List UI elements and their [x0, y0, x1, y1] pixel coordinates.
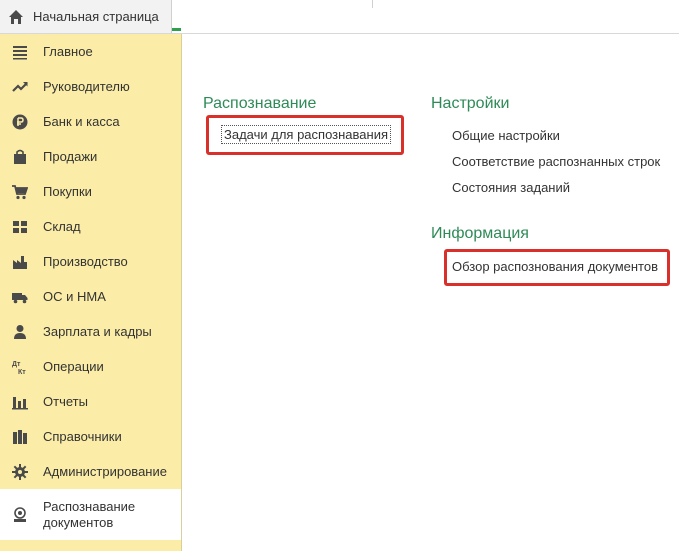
active-tab-indicator	[172, 28, 181, 31]
sidebar-item-operations[interactable]: Дт Кт Операции	[0, 349, 181, 384]
sidebar-item-label: Распознавание документов	[43, 498, 136, 530]
svg-text:Кт: Кт	[18, 369, 26, 375]
trend-icon	[12, 81, 28, 92]
tab-home-label: Начальная страница	[33, 9, 159, 24]
sidebar-item-label: Склад	[43, 218, 81, 234]
cart-icon	[12, 184, 28, 199]
sidebar-item-label: Производство	[43, 253, 128, 269]
sidebar-item-administration[interactable]: Администрирование	[0, 454, 181, 489]
sidebar-item-salary[interactable]: Зарплата и кадры	[0, 314, 181, 349]
sidebar-item-label: Главное	[43, 43, 93, 59]
highlight-frame-overview	[444, 249, 670, 286]
dt-kt-icon: Дт Кт	[12, 361, 26, 375]
sidebar-item-label: ОС и НМА	[43, 288, 106, 304]
link-task-states[interactable]: Состояния заданий	[452, 180, 570, 195]
sidebar-item-assets[interactable]: ОС и НМА	[0, 279, 181, 314]
truck-icon	[12, 292, 28, 303]
main-content: Распознавание Задачи для распознавания Н…	[183, 34, 679, 551]
shopping-bag-icon	[14, 149, 26, 164]
sidebar-item-label: Руководителю	[43, 78, 130, 94]
sidebar-item-production[interactable]: Производство	[0, 244, 181, 279]
sidebar-item-bank[interactable]: Банк и касса	[0, 104, 181, 139]
bar-chart-icon	[12, 396, 28, 409]
sidebar-item-label: Продажи	[43, 148, 98, 164]
sidebar: Главное Руководителю Банк и касса Продаж…	[0, 34, 182, 551]
sidebar-item-label: Отчеты	[43, 393, 88, 409]
sidebar-item-warehouse[interactable]: Склад	[0, 209, 181, 244]
sidebar-item-label: Покупки	[43, 183, 92, 199]
sidebar-item-references[interactable]: Справочники	[0, 419, 181, 454]
sidebar-item-reports[interactable]: Отчеты	[0, 384, 181, 419]
sidebar-item-main[interactable]: Главное	[0, 34, 181, 69]
top-tab-bar: Начальная страница	[0, 0, 679, 34]
home-icon	[9, 9, 23, 24]
sidebar-item-manager[interactable]: Руководителю	[0, 69, 181, 104]
recognition-icon	[14, 506, 26, 522]
books-icon	[13, 429, 27, 444]
section-title-settings: Настройки	[431, 95, 510, 112]
tab-home[interactable]: Начальная страница	[0, 0, 172, 33]
sidebar-item-label: Зарплата и кадры	[43, 323, 152, 339]
sidebar-item-label: Администрирование	[43, 463, 167, 479]
sidebar-item-purchases[interactable]: Покупки	[0, 174, 181, 209]
sidebar-item-sales[interactable]: Продажи	[0, 139, 181, 174]
sidebar-item-label: Справочники	[43, 428, 122, 444]
highlight-frame-tasks	[206, 115, 404, 155]
section-title-recognition: Распознавание	[203, 95, 317, 112]
svg-text:Дт: Дт	[12, 361, 21, 368]
link-recognized-rows-mapping[interactable]: Соответствие распознанных строк	[452, 154, 660, 169]
warehouse-grid-icon	[13, 220, 27, 233]
tab-divider	[372, 0, 373, 8]
sidebar-item-label: Банк и касса	[43, 113, 120, 129]
factory-icon	[13, 255, 27, 269]
link-general-settings[interactable]: Общие настройки	[452, 128, 560, 143]
person-icon	[14, 324, 26, 339]
ruble-icon	[12, 114, 28, 129]
sidebar-item-recognition[interactable]: Распознавание документов	[0, 489, 181, 540]
list-icon	[13, 45, 27, 59]
gear-icon	[12, 463, 28, 480]
sidebar-item-label: Операции	[43, 358, 104, 374]
section-title-info: Информация	[431, 225, 529, 242]
